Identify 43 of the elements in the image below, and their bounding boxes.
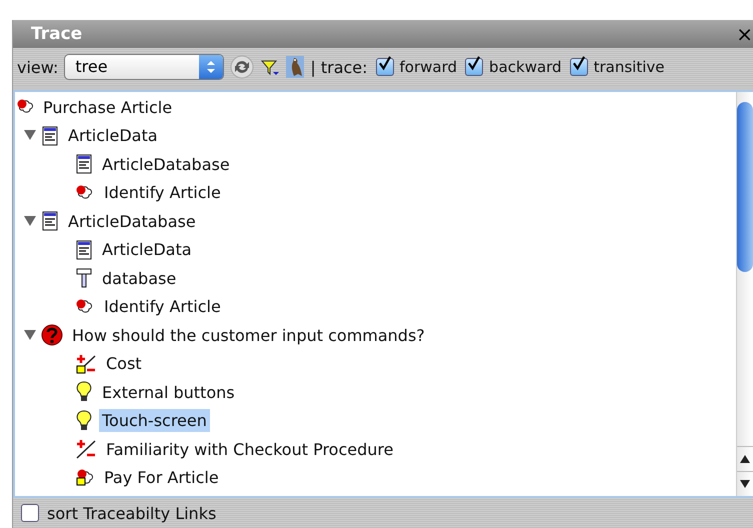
checkbox-label: backward [489,58,562,76]
tree-item[interactable]: Pay For Article [101,466,222,490]
goal-icon [75,468,95,487]
criterion-icon [75,354,97,374]
tree-item[interactable]: Identify Article [101,181,224,204]
checkbox[interactable] [465,58,484,76]
tree-item[interactable]: Identify Article [101,295,224,318]
tree-item[interactable]: ArticleData [99,238,195,262]
tree-item[interactable]: Touch-screen [99,409,210,432]
tree-item[interactable]: database [99,266,180,290]
attribute-icon [75,268,93,288]
lightbulb-icon [75,410,93,432]
close-button[interactable]: × [736,22,753,46]
checkbox[interactable] [376,58,394,76]
tree-item[interactable]: Purchase Article [40,96,176,119]
dropdown-arrows-icon [199,55,224,79]
class-icon [75,240,93,260]
tree-item[interactable]: External buttons [99,380,238,404]
view-dropdown[interactable]: tree [64,54,224,80]
checkbox-label: sort Traceabilty Links [47,504,216,522]
scroll-thumb[interactable] [737,102,753,272]
scrollbar[interactable] [736,92,753,496]
checkbox-label: transitive [594,58,664,76]
window-title: Trace [31,24,82,44]
bird-button[interactable] [286,56,304,78]
checkbox-label: forward [400,58,458,76]
criterion-icon [75,439,97,460]
tree-item[interactable]: ArticleDatabase [65,210,199,233]
view-label: view: [17,58,58,76]
class-icon [41,126,59,146]
question-icon [41,324,63,346]
tree-item[interactable]: How should the customer input commands? [69,324,428,347]
trace-label: | trace: [310,58,368,76]
tree-item[interactable]: ArticleData [65,124,161,148]
checkbox[interactable] [570,58,588,76]
tree-item[interactable]: Cost [103,352,145,376]
tree-item[interactable]: ArticleDatabase [99,152,233,176]
tree-item[interactable]: Familiarity with Checkout Procedure [103,438,396,461]
refresh-button[interactable] [230,55,254,79]
class-icon [41,211,59,232]
lightbulb-icon [75,381,93,404]
class-icon [75,154,93,174]
checkbox[interactable] [21,504,39,522]
